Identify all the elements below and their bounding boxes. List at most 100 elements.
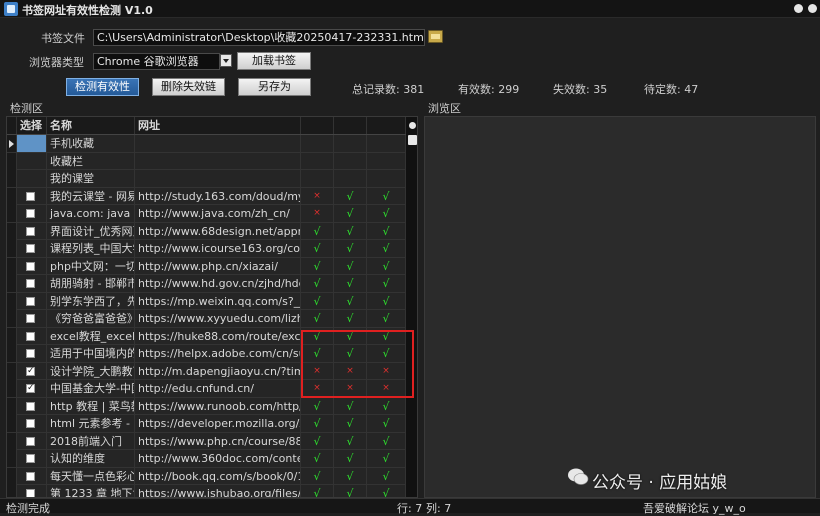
- row-checkbox[interactable]: [26, 401, 35, 411]
- row-header[interactable]: [7, 397, 17, 415]
- column-status-2[interactable]: [334, 117, 367, 134]
- select-cell[interactable]: [17, 187, 47, 205]
- table-row[interactable]: 认知的维度http://www.360doc.com/content/16/04…: [7, 450, 406, 468]
- row-checkbox[interactable]: [26, 226, 35, 236]
- row-checkbox[interactable]: [26, 261, 35, 271]
- table-row[interactable]: 别学东学西了，先https://mp.weixin.qq.com/s?__biz…: [7, 292, 406, 310]
- url-cell[interactable]: http://study.163.com/doud/mydouddass: [135, 187, 301, 205]
- name-cell[interactable]: 适用于中国境内的: [47, 345, 135, 362]
- row-checkbox[interactable]: [26, 331, 35, 341]
- row-header[interactable]: [7, 275, 17, 292]
- url-cell[interactable]: [135, 170, 301, 187]
- select-cell[interactable]: [17, 380, 47, 397]
- row-header[interactable]: [7, 467, 17, 485]
- row-header[interactable]: [7, 345, 17, 362]
- load-bookmarks-button[interactable]: 加载书签: [237, 52, 311, 70]
- select-cell[interactable]: [17, 397, 47, 415]
- table-scrollbar[interactable]: [406, 117, 417, 497]
- url-cell[interactable]: https://www.php.cn/course/880.html: [135, 432, 301, 450]
- select-cell[interactable]: [17, 205, 47, 222]
- name-cell[interactable]: 手机收藏: [47, 135, 135, 152]
- url-cell[interactable]: https://mp.weixin.qq.com/s?__biz=mzi2: [135, 292, 301, 310]
- minimize-button[interactable]: [794, 4, 803, 13]
- table-row[interactable]: php中文网：一切建http://www.php.cn/xiazai/√√√: [7, 257, 406, 275]
- url-cell[interactable]: [135, 152, 301, 170]
- name-cell[interactable]: 界面设计_优秀网页: [47, 222, 135, 240]
- name-cell[interactable]: 设计学院_大鹏教育: [47, 362, 135, 380]
- chevron-down-icon[interactable]: [220, 54, 232, 67]
- url-cell[interactable]: http://www.php.cn/xiazai/: [135, 257, 301, 275]
- delete-invalid-button[interactable]: 删除失效链: [152, 78, 225, 96]
- select-cell[interactable]: [17, 152, 47, 170]
- url-cell[interactable]: http://book.qq.com/s/book/0/17/17727/: [135, 467, 301, 485]
- select-cell[interactable]: [17, 275, 47, 292]
- url-cell[interactable]: https://helpx.adobe.com/cn/support/pho: [135, 345, 301, 362]
- name-cell[interactable]: 第 1233 章 地下世界: [47, 485, 135, 497]
- row-checkbox[interactable]: [26, 191, 35, 201]
- name-cell[interactable]: 2018前端入门: [47, 432, 135, 450]
- scrollbar-thumb[interactable]: [408, 135, 417, 145]
- row-header[interactable]: [7, 450, 17, 467]
- row-checkbox[interactable]: [26, 489, 35, 497]
- name-cell[interactable]: php中文网：一切建: [47, 257, 135, 275]
- table-row[interactable]: 《穷爸爸富爸爸》https://www.xyyuedu.com/lizhishu…: [7, 310, 406, 328]
- url-cell[interactable]: https://www.runoob.com/http/http-tutor: [135, 397, 301, 415]
- table-row[interactable]: 课程列表_中国大学http://www.icourse163.org/cours…: [7, 240, 406, 258]
- table-row[interactable]: 手机收藏: [7, 135, 406, 153]
- select-cell[interactable]: [17, 310, 47, 327]
- row-checkbox[interactable]: [26, 419, 35, 428]
- select-cell[interactable]: [17, 415, 47, 432]
- row-checkbox[interactable]: [26, 209, 35, 218]
- name-cell[interactable]: 每天懂一点色彩心: [47, 467, 135, 485]
- row-header[interactable]: [7, 292, 17, 310]
- table-row[interactable]: html 元素参考 - htmlhttps://developer.mozill…: [7, 415, 406, 433]
- name-cell[interactable]: 《穷爸爸富爸爸》: [47, 310, 135, 327]
- save-as-button[interactable]: 另存为: [238, 78, 311, 96]
- bookmark-path-field[interactable]: C:\Users\Administrator\Desktop\收藏2025041…: [93, 29, 425, 46]
- table-row[interactable]: 界面设计_优秀网页http://www.68design.net/appreci…: [7, 222, 406, 240]
- row-header[interactable]: [7, 205, 17, 222]
- browser-select[interactable]: Chrome 谷歌浏览器: [93, 53, 220, 70]
- name-cell[interactable]: http 教程 | 菜鸟教程: [47, 397, 135, 415]
- name-cell[interactable]: 中国基金大学-中国: [47, 380, 135, 397]
- select-cell[interactable]: [17, 135, 47, 152]
- row-checkbox[interactable]: [26, 363, 35, 380]
- row-header[interactable]: [7, 310, 17, 327]
- column-name[interactable]: 名称: [47, 117, 135, 134]
- select-cell[interactable]: [17, 485, 47, 497]
- row-header[interactable]: [7, 380, 17, 397]
- row-checkbox[interactable]: [26, 436, 35, 446]
- row-header[interactable]: [7, 257, 17, 275]
- select-cell[interactable]: [17, 170, 47, 187]
- table-row[interactable]: 每天懂一点色彩心http://book.qq.com/s/book/0/17/1…: [7, 467, 406, 485]
- table-row[interactable]: 2018前端入门https://www.php.cn/course/880.ht…: [7, 432, 406, 450]
- row-header[interactable]: [7, 152, 17, 170]
- row-checkbox[interactable]: [26, 244, 35, 253]
- select-cell[interactable]: [17, 292, 47, 310]
- url-cell[interactable]: https://www.xyyuedu.com/lizhishuji/qbbf: [135, 310, 301, 327]
- select-cell[interactable]: [17, 450, 47, 467]
- url-cell[interactable]: http://m.dapengjiaoyu.cn/?time=160125: [135, 362, 301, 380]
- url-cell[interactable]: http://edu.cnfund.cn/: [135, 380, 301, 397]
- select-cell[interactable]: [17, 345, 47, 362]
- name-cell[interactable]: 我的云课堂 - 网易: [47, 187, 135, 205]
- select-cell[interactable]: [17, 467, 47, 485]
- row-checkbox[interactable]: [26, 279, 35, 288]
- table-row[interactable]: 我的课堂: [7, 170, 406, 188]
- row-header[interactable]: [7, 415, 17, 432]
- url-cell[interactable]: http://www.hd.gov.cn/zjhd/hdcy/20190: [135, 275, 301, 292]
- row-checkbox[interactable]: [26, 471, 35, 481]
- row-header[interactable]: [7, 222, 17, 240]
- row-header[interactable]: [7, 432, 17, 450]
- check-validity-button[interactable]: 检测有效性: [66, 78, 139, 96]
- url-cell[interactable]: http://www.68design.net/appreciate/int: [135, 222, 301, 240]
- table-row[interactable]: 我的云课堂 - 网易http://study.163.com/doud/mydo…: [7, 187, 406, 205]
- url-cell[interactable]: http://www.360doc.com/content/16/040: [135, 450, 301, 467]
- url-cell[interactable]: http://www.icourse163.org/course/index: [135, 240, 301, 257]
- select-cell[interactable]: [17, 240, 47, 257]
- select-cell[interactable]: [17, 222, 47, 240]
- results-table[interactable]: 选择 名称 网址 手机收藏 收藏栏 我的课堂 我的云课堂 - 网易 http://stu…: [6, 116, 418, 498]
- table-row[interactable]: 收藏栏: [7, 152, 406, 170]
- column-select[interactable]: 选择: [17, 117, 47, 134]
- select-cell[interactable]: [17, 432, 47, 450]
